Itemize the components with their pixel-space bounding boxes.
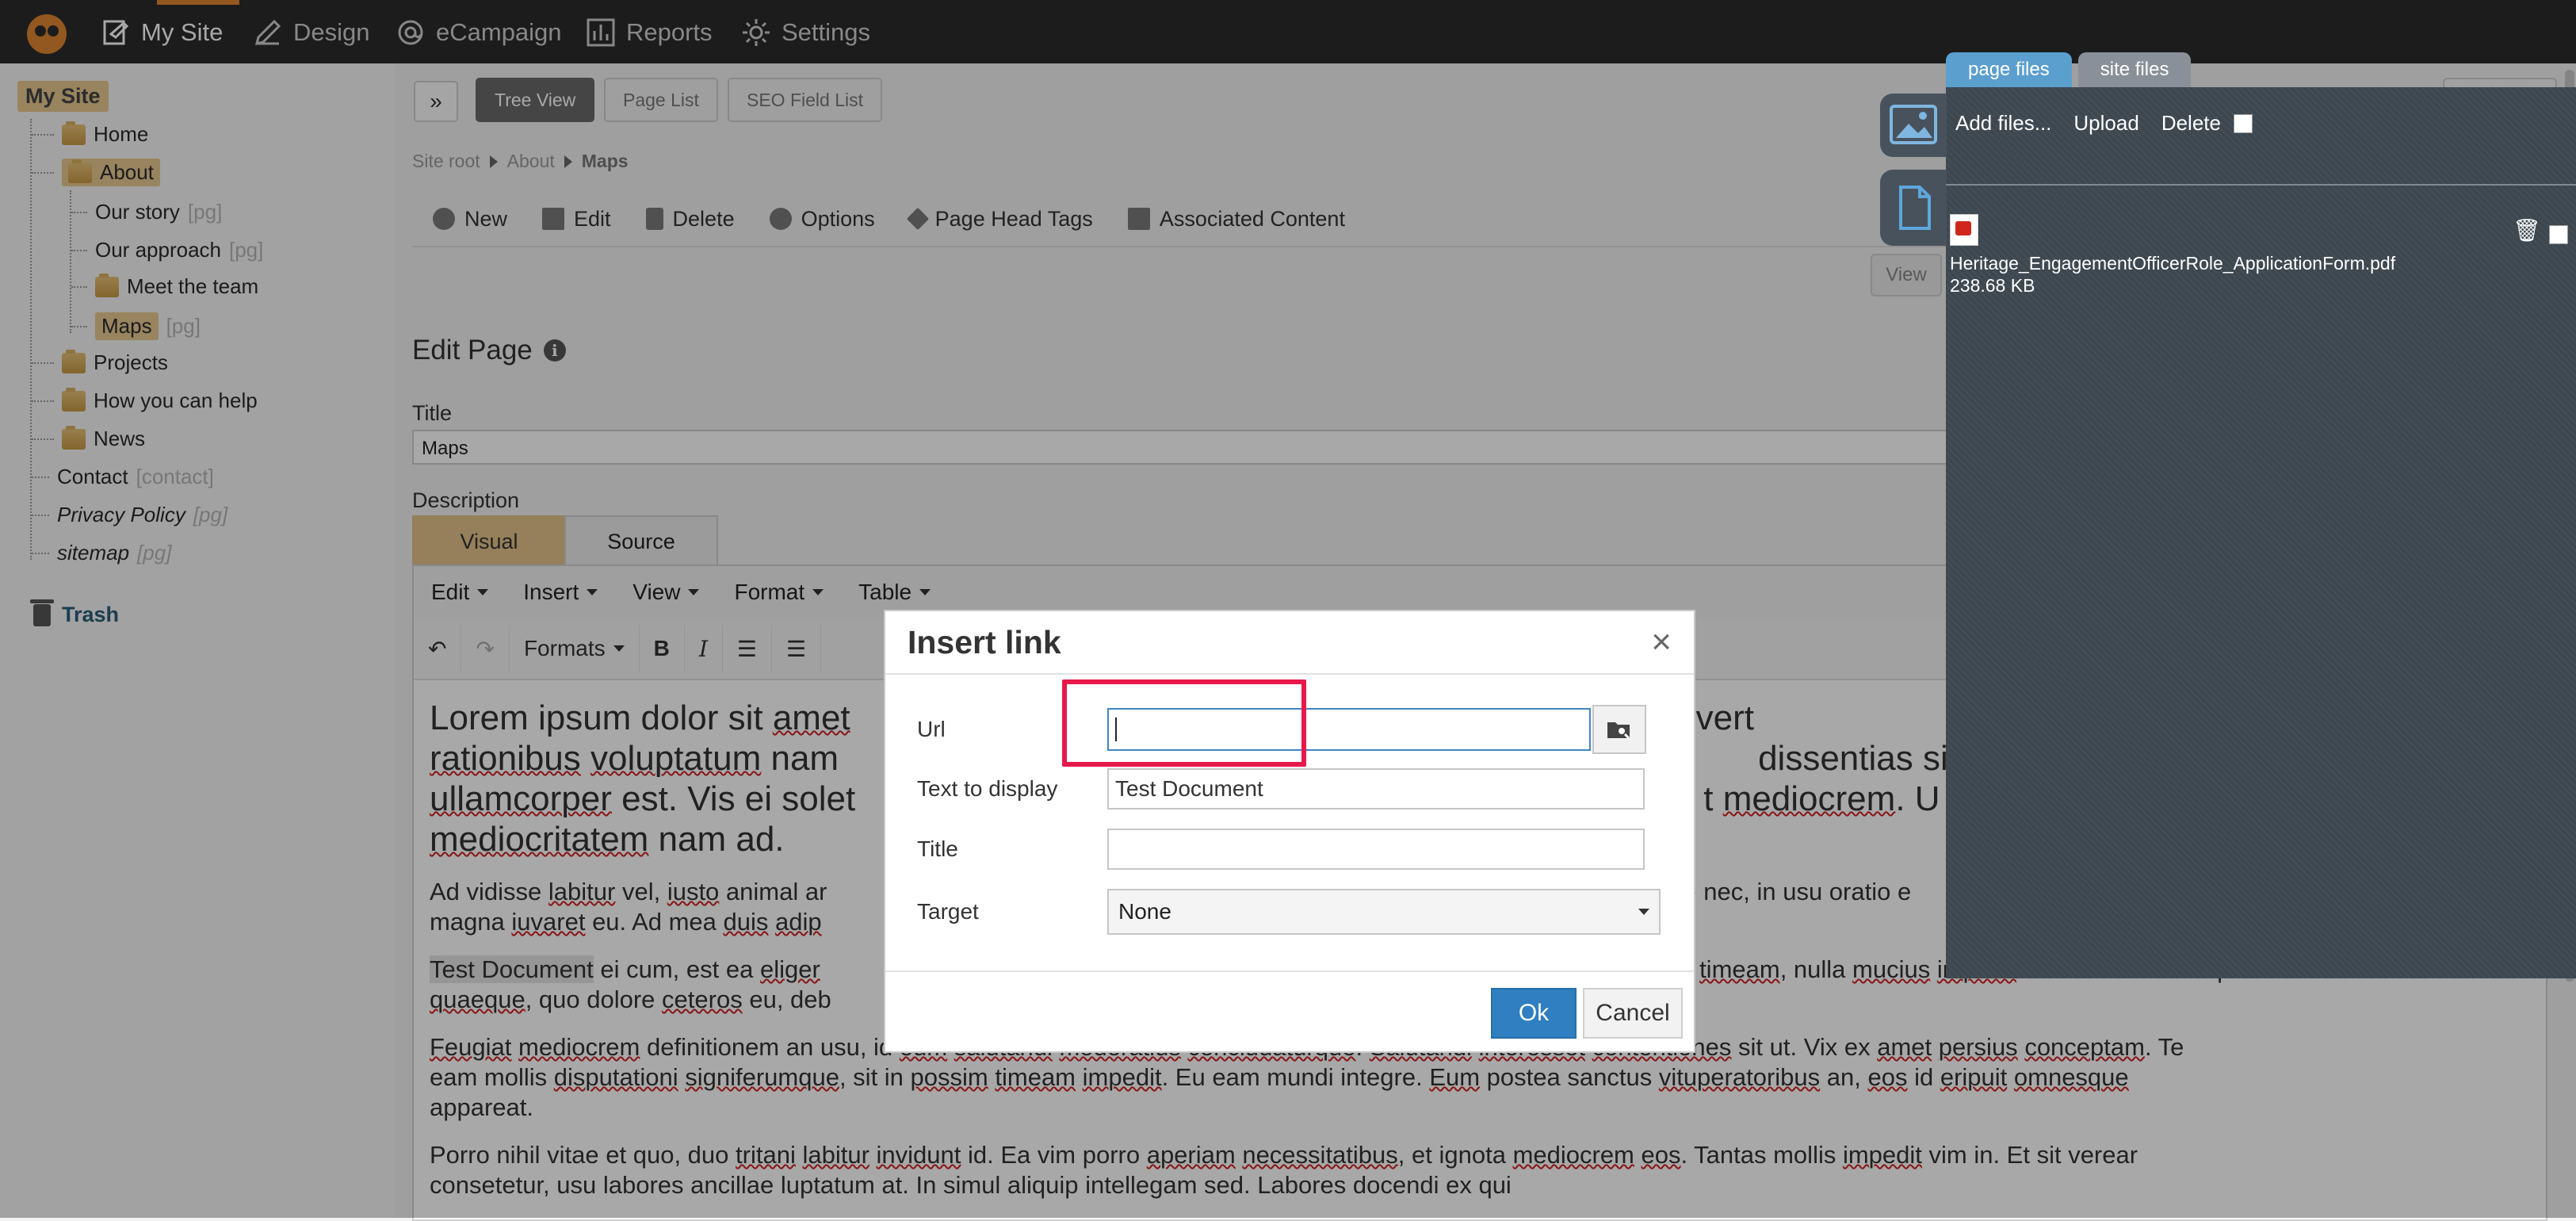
- target-selected-value: None: [1118, 899, 1171, 924]
- text-to-display-label: Text to display: [917, 776, 1058, 801]
- file-item[interactable]: Heritage_EngagementOfficerRole_Applicati…: [1950, 214, 2395, 297]
- text-to-display-input[interactable]: Test Document: [1107, 768, 1645, 810]
- document-library-tab[interactable]: [1880, 170, 1947, 246]
- file-select-checkbox[interactable]: [2549, 225, 2568, 244]
- add-files-button[interactable]: Add files...: [1955, 111, 2051, 136]
- chevron-down-icon: [1638, 909, 1649, 915]
- select-all-checkbox[interactable]: [2233, 113, 2253, 133]
- dialog-footer: Ok Cancel: [885, 970, 1694, 1051]
- pdf-icon: [1950, 214, 1978, 246]
- delete-file-icon[interactable]: 🗑: [2513, 217, 2541, 243]
- file-name: Heritage_EngagementOfficerRole_Applicati…: [1950, 253, 2396, 274]
- text-to-display-row: Text to display Test Document: [917, 768, 1645, 810]
- title-row: Title: [917, 829, 1645, 870]
- target-label: Target: [917, 899, 979, 924]
- dialog-header: Insert link ×: [885, 611, 1694, 675]
- file-size: 238.68 KB: [1950, 275, 2035, 296]
- link-title-input[interactable]: [1107, 829, 1645, 870]
- ok-button[interactable]: Ok: [1491, 988, 1577, 1039]
- image-library-tab[interactable]: [1880, 94, 1947, 157]
- cancel-button[interactable]: Cancel: [1583, 988, 1683, 1039]
- annotation-highlight-box: [1062, 679, 1306, 767]
- insert-link-dialog: Insert link × Url Text to display Test D…: [884, 610, 1695, 1053]
- files-panel-tabs: page files site files: [1946, 52, 2192, 87]
- delete-files-button[interactable]: Delete: [2161, 111, 2221, 136]
- divider: [1946, 184, 2576, 186]
- dialog-title: Insert link: [908, 623, 1061, 660]
- target-row: Target None: [917, 889, 1661, 935]
- browse-files-button[interactable]: [1592, 705, 1646, 754]
- target-select[interactable]: None: [1107, 889, 1661, 935]
- files-panel-actions: Add files... Upload Delete: [1955, 111, 2253, 136]
- image-icon: [1890, 105, 1937, 144]
- close-icon[interactable]: ×: [1651, 625, 1672, 660]
- document-icon: [1899, 186, 1931, 230]
- upload-button[interactable]: Upload: [2073, 111, 2138, 136]
- tab-page-files[interactable]: page files: [1946, 52, 2072, 87]
- link-title-label: Title: [917, 836, 958, 861]
- browse-icon: [1607, 722, 1630, 740]
- tab-site-files[interactable]: site files: [2077, 52, 2192, 87]
